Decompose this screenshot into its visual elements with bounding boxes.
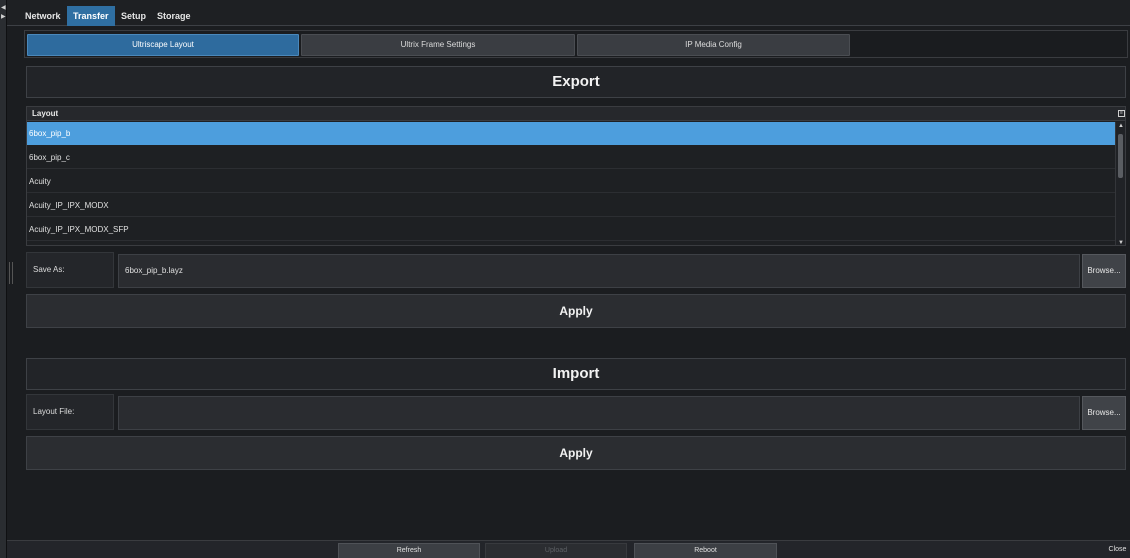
- table-row[interactable]: Acuity_IP_IPX_MODX: [27, 194, 1115, 217]
- table-scrollbar[interactable]: ▲ ▼: [1115, 122, 1125, 245]
- expand-right-icon[interactable]: ▶: [1, 14, 6, 20]
- subtab-ip-media-config[interactable]: IP Media Config: [577, 34, 850, 56]
- transfer-panel: Ultriscape Layout Ultrix Frame Settings …: [24, 30, 1128, 536]
- save-as-label: Save As:: [26, 252, 114, 288]
- layout-header-label: Layout: [32, 109, 59, 118]
- table-row[interactable]: 6box_pip_b: [27, 122, 1115, 145]
- tab-network[interactable]: Network: [19, 6, 67, 26]
- refresh-button[interactable]: Refresh: [338, 543, 480, 558]
- import-browse-button[interactable]: Browse...: [1082, 396, 1126, 430]
- splitter-grip-icon[interactable]: [9, 262, 13, 284]
- subtab-ultriscape-layout[interactable]: Ultriscape Layout: [27, 34, 299, 56]
- tab-storage[interactable]: Storage: [151, 6, 197, 26]
- save-as-row: Save As: 6box_pip_b.layz Browse...: [26, 252, 1126, 288]
- table-row[interactable]: 6box_pip_c: [27, 146, 1115, 169]
- table-row[interactable]: Acuity_IP_IPX_MODX_SFP: [27, 218, 1115, 241]
- scroll-thumb[interactable]: [1118, 134, 1123, 178]
- reboot-button[interactable]: Reboot: [634, 543, 777, 558]
- scroll-up-icon[interactable]: ▲: [1118, 123, 1124, 129]
- import-apply-button[interactable]: Apply: [26, 436, 1126, 470]
- scroll-down-icon[interactable]: ▼: [1118, 240, 1124, 245]
- upload-button[interactable]: Upload: [485, 543, 627, 558]
- import-heading: Import: [26, 358, 1126, 390]
- tab-setup[interactable]: Setup: [115, 6, 152, 26]
- layout-file-label: Layout File:: [26, 394, 114, 430]
- table-row[interactable]: Acuity: [27, 170, 1115, 193]
- export-apply-button[interactable]: Apply: [26, 294, 1126, 328]
- tab-transfer[interactable]: Transfer: [67, 6, 115, 26]
- column-menu-icon[interactable]: ≡: [1118, 110, 1125, 117]
- layout-file-input[interactable]: [118, 396, 1080, 430]
- export-browse-button[interactable]: Browse...: [1082, 254, 1126, 288]
- bottom-toolbar: Refresh Upload Reboot Close: [7, 540, 1130, 558]
- layout-table: Layout ≡ 6box_pip_b 6box_pip_c Acuity Ac…: [26, 106, 1126, 246]
- export-heading: Export: [26, 66, 1126, 98]
- top-nav: Network Transfer Setup Storage: [7, 0, 1130, 26]
- layout-column-header[interactable]: Layout ≡: [27, 107, 1125, 121]
- layout-file-row: Layout File: Browse...: [26, 394, 1126, 430]
- collapse-left-icon[interactable]: ◀: [1, 5, 6, 11]
- subtab-ultrix-frame-settings[interactable]: Ultrix Frame Settings: [301, 34, 575, 56]
- collapse-strip[interactable]: ◀ ▶: [0, 0, 7, 558]
- subtab-bar: Ultriscape Layout Ultrix Frame Settings …: [24, 30, 1128, 58]
- close-button[interactable]: Close: [1105, 543, 1130, 558]
- save-as-input[interactable]: 6box_pip_b.layz: [118, 254, 1080, 288]
